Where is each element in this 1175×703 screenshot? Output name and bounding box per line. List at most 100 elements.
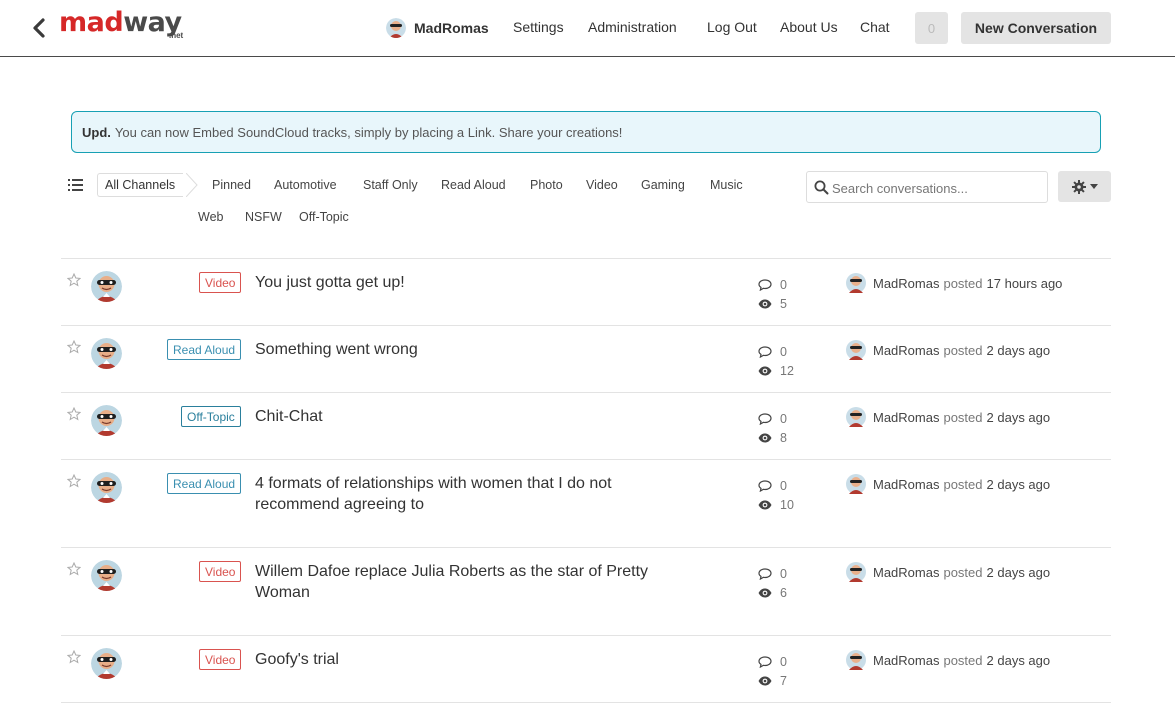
channel-tag[interactable]: Read Aloud <box>167 473 242 494</box>
last-poster-name[interactable]: MadRomas <box>873 276 939 291</box>
user-menu[interactable]: MadRomas <box>386 12 489 44</box>
channel-all-channels[interactable]: All Channels <box>97 173 184 197</box>
last-activity: MadRomas posted 2 days ago <box>846 474 1050 494</box>
author-avatar[interactable] <box>91 405 122 436</box>
star-icon[interactable] <box>67 407 81 421</box>
channel-web[interactable]: Web <box>198 210 223 224</box>
views-count: 6 <box>780 585 787 600</box>
conversation-title[interactable]: Something went wrong <box>255 339 695 360</box>
views-stat: 6 <box>758 583 787 602</box>
channel-tag[interactable]: Video <box>199 561 242 582</box>
replies-stat: 0 <box>758 564 787 583</box>
last-poster-name[interactable]: MadRomas <box>873 410 939 425</box>
nav-settings-link[interactable]: Settings <box>513 19 564 35</box>
channel-read-aloud[interactable]: Read Aloud <box>441 178 506 192</box>
conversation-title[interactable]: Willem Dafoe replace Julia Roberts as th… <box>255 561 695 603</box>
replies-count: 0 <box>780 411 787 426</box>
last-poster-avatar[interactable] <box>846 562 866 582</box>
logo-text-mad: mad <box>59 7 124 38</box>
site-logo[interactable]: madway .net <box>59 7 183 40</box>
posted-time[interactable]: 2 days ago <box>987 477 1051 492</box>
views-count: 10 <box>780 497 794 512</box>
posted-time[interactable]: 2 days ago <box>987 343 1051 358</box>
new-conversation-button[interactable]: New Conversation <box>961 12 1111 44</box>
channel-tag[interactable]: Video <box>199 272 242 293</box>
conversation-row[interactable]: Video Goofy's trial 0 7 MadRomas posted … <box>61 636 1111 703</box>
posted-label: posted <box>943 652 983 668</box>
announcement-label: Upd. <box>82 124 111 140</box>
comment-icon <box>758 278 772 291</box>
channel-pinned[interactable]: Pinned <box>212 178 251 192</box>
star-icon[interactable] <box>67 562 81 576</box>
gear-icon <box>1071 179 1086 194</box>
star-icon[interactable] <box>67 340 81 354</box>
last-poster-name[interactable]: MadRomas <box>873 477 939 492</box>
author-avatar[interactable] <box>91 271 122 302</box>
author-avatar[interactable] <box>91 648 122 679</box>
search-icon <box>814 180 829 195</box>
nav-logout-link[interactable]: Log Out <box>707 19 757 35</box>
last-poster-avatar[interactable] <box>846 273 866 293</box>
last-poster-name[interactable]: MadRomas <box>873 343 939 358</box>
back-chevron-icon[interactable] <box>30 17 48 39</box>
last-poster-avatar[interactable] <box>846 474 866 494</box>
conversation-row[interactable]: Read Aloud Something went wrong 0 12 Mad… <box>61 326 1111 393</box>
author-avatar[interactable] <box>91 338 122 369</box>
channel-music[interactable]: Music <box>710 178 743 192</box>
channel-staff-only[interactable]: Staff Only <box>363 178 418 192</box>
nav-chat-link[interactable]: Chat <box>860 19 890 35</box>
views-stat: 8 <box>758 428 787 447</box>
conversation-row[interactable]: Off-Topic Chit-Chat 0 8 MadRomas posted … <box>61 393 1111 460</box>
announcement-text: You can now Embed SoundCloud tracks, sim… <box>114 124 623 140</box>
views-stat: 10 <box>758 495 794 514</box>
search-input[interactable] <box>832 178 1037 198</box>
conversation-title[interactable]: 4 formats of relationships with women th… <box>255 473 695 515</box>
posted-time[interactable]: 2 days ago <box>987 565 1051 580</box>
conversation-row[interactable]: Read Aloud 4 formats of relationships wi… <box>61 460 1111 548</box>
last-poster-avatar[interactable] <box>846 340 866 360</box>
conversation-title[interactable]: Chit-Chat <box>255 406 695 427</box>
last-poster-avatar[interactable] <box>846 407 866 427</box>
channel-video[interactable]: Video <box>586 178 618 192</box>
nav-about-link[interactable]: About Us <box>780 19 838 35</box>
notifications-button[interactable]: 0 <box>915 12 948 44</box>
nav-administration-link[interactable]: Administration <box>588 19 677 35</box>
conversation-title[interactable]: You just gotta get up! <box>255 272 695 293</box>
channel-list-icon[interactable] <box>68 179 83 191</box>
last-poster-name[interactable]: MadRomas <box>873 565 939 580</box>
channel-photo[interactable]: Photo <box>530 178 563 192</box>
comment-icon <box>758 345 772 358</box>
options-dropdown-button[interactable] <box>1058 171 1111 202</box>
posted-time[interactable]: 2 days ago <box>987 410 1051 425</box>
conversation-row[interactable]: Video Willem Dafoe replace Julia Roberts… <box>61 548 1111 636</box>
star-icon[interactable] <box>67 273 81 287</box>
channel-gaming[interactable]: Gaming <box>641 178 685 192</box>
comment-icon <box>758 655 772 668</box>
last-activity: MadRomas posted 2 days ago <box>846 340 1050 360</box>
channel-off-topic[interactable]: Off-Topic <box>299 210 349 224</box>
last-poster-avatar[interactable] <box>846 650 866 670</box>
conversation-stats: 0 7 <box>758 652 787 690</box>
last-poster-name[interactable]: MadRomas <box>873 653 939 668</box>
channel-automotive[interactable]: Automotive <box>274 178 337 192</box>
eye-icon <box>758 366 772 375</box>
posted-label: posted <box>943 342 983 358</box>
search-box <box>806 171 1048 203</box>
posted-time[interactable]: 17 hours ago <box>987 276 1063 291</box>
author-avatar[interactable] <box>91 560 122 591</box>
star-icon[interactable] <box>67 474 81 488</box>
channel-tag[interactable]: Video <box>199 649 242 670</box>
replies-count: 0 <box>780 566 787 581</box>
posted-time[interactable]: 2 days ago <box>987 653 1051 668</box>
channel-tag[interactable]: Off-Topic <box>181 406 241 427</box>
replies-stat: 0 <box>758 275 787 294</box>
views-stat: 5 <box>758 294 787 313</box>
channel-tag[interactable]: Read Aloud <box>167 339 242 360</box>
conversation-title[interactable]: Goofy's trial <box>255 649 695 670</box>
posted-label: posted <box>943 476 983 492</box>
star-icon[interactable] <box>67 650 81 664</box>
channel-nsfw[interactable]: NSFW <box>245 210 282 224</box>
conversation-row[interactable]: Video You just gotta get up! 0 5 MadRoma… <box>61 259 1111 326</box>
author-avatar[interactable] <box>91 472 122 503</box>
conversation-stats: 0 10 <box>758 476 794 514</box>
